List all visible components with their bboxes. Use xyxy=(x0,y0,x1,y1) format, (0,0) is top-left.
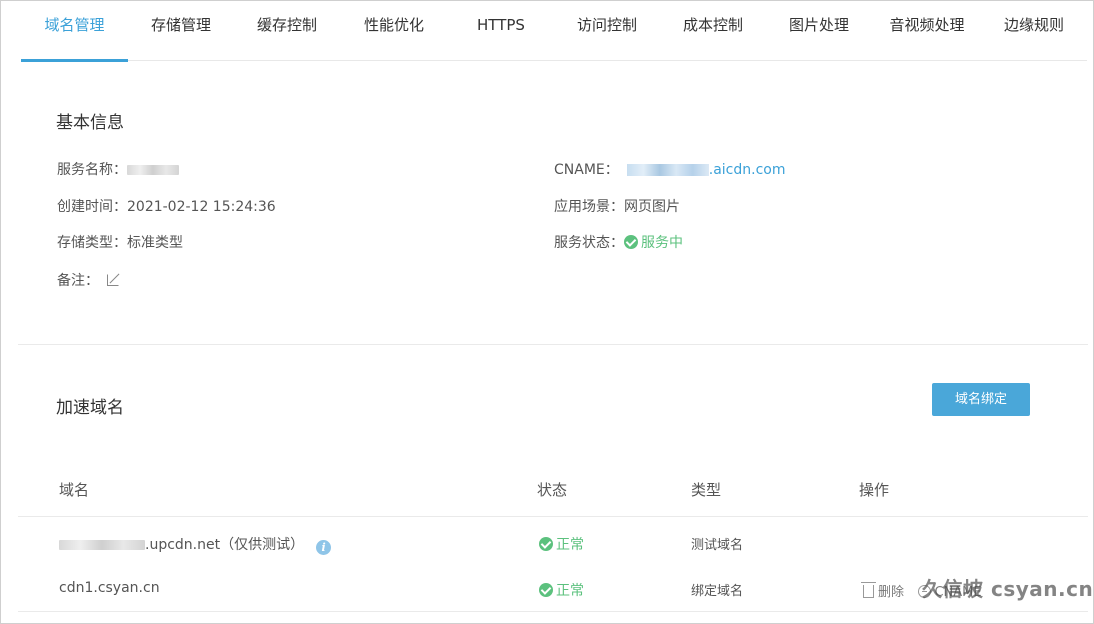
delete-button[interactable]: 删除 xyxy=(861,582,905,600)
service-name-label: 服务名称： xyxy=(57,162,127,178)
service-name-redacted xyxy=(127,165,179,175)
tab-edge-rules[interactable]: 边缘规则 xyxy=(982,1,1086,61)
page-frame: 域名管理 存储管理 缓存控制 性能优化 HTTPS 访问控制 成本控制 图片处理… xyxy=(0,0,1094,624)
service-status-row: 服务状态： 服务中 xyxy=(554,233,683,253)
service-name-row: 服务名称： xyxy=(57,160,179,180)
column-header-status: 状态 xyxy=(537,481,568,499)
table-row-domain: .upcdn.net（仅供测试） i xyxy=(59,534,332,555)
check-circle-icon xyxy=(539,537,553,551)
tab-image-processing[interactable]: 图片处理 xyxy=(766,1,872,61)
table-row-type: 测试域名 xyxy=(691,538,744,553)
storage-type-label: 存储类型： xyxy=(57,235,127,251)
remark-label: 备注： xyxy=(57,273,99,289)
created-time-value: 2021-02-12 15:24:36 xyxy=(127,199,276,215)
scene-label: 应用场景： xyxy=(554,199,624,215)
table-row-status: 正常 xyxy=(539,534,584,554)
created-time-label: 创建时间： xyxy=(57,199,127,215)
cname-redacted xyxy=(626,164,709,176)
domain-suffix: .upcdn.net（仅供测试） xyxy=(145,537,305,553)
table-row-domain: cdn1.csyan.cn xyxy=(59,580,160,596)
table-header-divider xyxy=(18,516,1088,517)
tab-access-control[interactable]: 访问控制 xyxy=(554,1,660,61)
delete-label: 删除 xyxy=(878,585,905,600)
cname-row: CNAME： .aicdn.com xyxy=(554,160,785,180)
storage-type-row: 存储类型：标准类型 xyxy=(57,233,183,253)
status-text: 正常 xyxy=(556,583,584,599)
service-status-label: 服务状态： xyxy=(554,235,624,251)
section-divider xyxy=(18,344,1088,345)
bind-domain-button[interactable]: 域名绑定 xyxy=(932,383,1030,416)
watermark: 久信坡 csyan.cn xyxy=(922,577,1094,601)
service-status-value: 服务中 xyxy=(641,235,683,251)
table-row-type: 绑定域名 xyxy=(691,584,744,599)
remark-row: 备注： xyxy=(57,271,119,291)
cname-label: CNAME： xyxy=(554,162,619,178)
tab-https[interactable]: HTTPS xyxy=(448,1,554,61)
created-time-row: 创建时间：2021-02-12 15:24:36 xyxy=(57,197,276,217)
check-circle-icon xyxy=(539,583,553,597)
cname-suffix[interactable]: .aicdn.com xyxy=(709,162,786,178)
domain-redacted xyxy=(59,540,145,550)
column-header-actions: 操作 xyxy=(859,481,890,499)
status-text: 正常 xyxy=(556,537,584,553)
tab-cost-control[interactable]: 成本控制 xyxy=(660,1,766,61)
tab-storage-management[interactable]: 存储管理 xyxy=(128,1,234,61)
table-row-status: 正常 xyxy=(539,580,584,600)
basic-info-title: 基本信息 xyxy=(56,113,124,133)
tab-performance[interactable]: 性能优化 xyxy=(340,1,448,61)
scene-row: 应用场景：网页图片 xyxy=(554,197,680,217)
scene-value: 网页图片 xyxy=(624,199,680,215)
domains-title: 加速域名 xyxy=(56,398,124,418)
tab-bar: 域名管理 存储管理 缓存控制 性能优化 HTTPS 访问控制 成本控制 图片处理… xyxy=(21,1,1087,62)
edit-icon[interactable] xyxy=(107,274,119,286)
info-icon[interactable]: i xyxy=(316,540,332,555)
trash-icon xyxy=(861,582,876,598)
storage-type-value: 标准类型 xyxy=(127,235,183,251)
column-header-type: 类型 xyxy=(691,481,722,499)
tab-domain-management[interactable]: 域名管理 xyxy=(21,1,128,62)
check-circle-icon xyxy=(624,235,638,249)
column-header-domain: 域名 xyxy=(59,481,90,499)
tab-cache-control[interactable]: 缓存控制 xyxy=(234,1,340,61)
tab-av-processing[interactable]: 音视频处理 xyxy=(872,1,982,61)
table-row-divider xyxy=(18,611,1088,612)
